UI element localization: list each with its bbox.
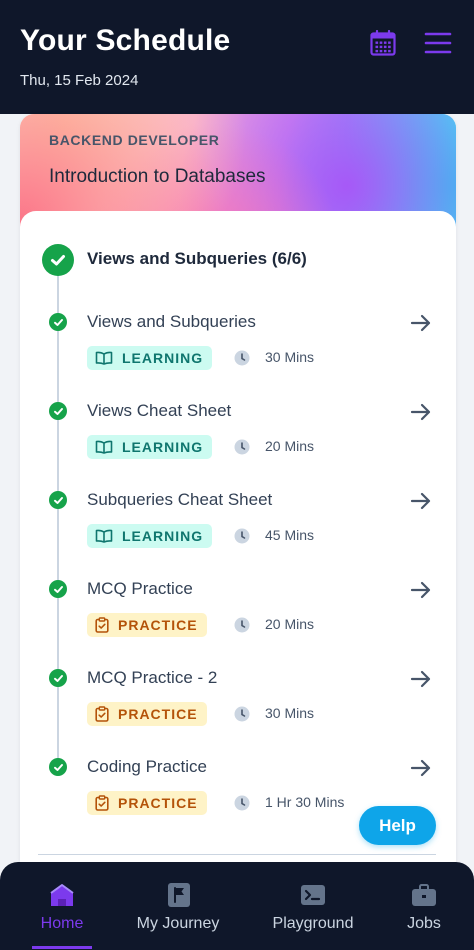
clock-icon <box>234 617 250 633</box>
list-item[interactable]: MCQ Practice - 2 PRACTICE 30 Mins <box>20 668 456 749</box>
nav-label: Jobs <box>407 915 441 932</box>
check-icon <box>49 402 67 420</box>
clipboard-check-icon <box>95 795 109 811</box>
active-indicator <box>32 946 92 949</box>
item-name[interactable]: Coding Practice <box>87 757 207 777</box>
nav-label: Home <box>40 915 84 932</box>
calendar-icon[interactable] <box>370 30 396 56</box>
learning-badge: LEARNING <box>87 346 213 370</box>
learning-badge: LEARNING <box>87 435 213 459</box>
clipboard-check-icon <box>95 617 109 633</box>
arrow-right-icon[interactable] <box>410 579 432 601</box>
hamburger-menu-icon[interactable] <box>424 30 452 56</box>
list-item[interactable]: Views Cheat Sheet LEARNING 20 Mins <box>20 401 456 482</box>
item-duration: 30 Mins <box>265 349 315 365</box>
practice-badge: PRACTICE <box>87 791 207 815</box>
book-icon <box>95 351 113 365</box>
list-item[interactable]: Views and Subqueries LEARNING 30 Mins <box>20 312 456 393</box>
item-duration: 1 Hr 30 Mins <box>265 794 345 810</box>
arrow-right-icon[interactable] <box>410 312 432 334</box>
item-duration: 30 Mins <box>265 705 315 721</box>
home-icon <box>50 884 74 906</box>
item-name[interactable]: MCQ Practice <box>87 579 193 599</box>
terminal-icon <box>301 885 325 905</box>
item-name[interactable]: Views Cheat Sheet <box>87 401 231 421</box>
section-complete-check-icon <box>42 244 74 276</box>
list-item[interactable]: MCQ Practice PRACTICE 20 Mins <box>20 579 456 660</box>
clock-icon <box>234 528 250 544</box>
nav-item-playground[interactable]: Playground <box>265 862 361 950</box>
app-header: Your Schedule Thu, 15 Feb 2024 <box>0 0 474 114</box>
course-title: Introduction to Databases <box>49 166 266 187</box>
practice-badge: PRACTICE <box>87 613 207 637</box>
check-icon <box>49 580 67 598</box>
track-label: BACKEND DEVELOPER <box>49 132 220 148</box>
badge-label: PRACTICE <box>118 706 198 722</box>
nav-item-my-journey[interactable]: My Journey <box>130 862 226 950</box>
item-name[interactable]: Views and Subqueries <box>87 312 256 332</box>
list-item[interactable]: Subqueries Cheat Sheet LEARNING 45 Mins <box>20 490 456 571</box>
item-name[interactable]: MCQ Practice - 2 <box>87 668 217 688</box>
badge-label: LEARNING <box>122 350 204 366</box>
clock-icon <box>234 439 250 455</box>
check-icon <box>49 758 67 776</box>
clipboard-check-icon <box>95 706 109 722</box>
arrow-right-icon[interactable] <box>410 490 432 512</box>
arrow-right-icon[interactable] <box>410 401 432 423</box>
clock-icon <box>234 350 250 366</box>
arrow-right-icon[interactable] <box>410 668 432 690</box>
help-button[interactable]: Help <box>359 806 436 845</box>
check-icon <box>49 313 67 331</box>
current-date: Thu, 15 Feb 2024 <box>20 72 139 89</box>
check-icon <box>49 669 67 687</box>
learning-badge: LEARNING <box>87 524 213 548</box>
clock-icon <box>234 795 250 811</box>
nav-item-home[interactable]: Home <box>32 862 92 950</box>
section-title[interactable]: Views and Subqueries (6/6) <box>87 249 307 269</box>
briefcase-icon <box>412 884 436 906</box>
badge-label: PRACTICE <box>118 795 198 811</box>
badge-label: LEARNING <box>122 528 204 544</box>
clock-icon <box>234 706 250 722</box>
course-card: BACKEND DEVELOPER Introduction to Databa… <box>20 114 456 874</box>
item-duration: 20 Mins <box>265 438 315 454</box>
item-duration: 20 Mins <box>265 616 315 632</box>
bottom-navigation: Home My Journey Playground Jobs <box>0 862 474 950</box>
arrow-right-icon[interactable] <box>410 757 432 779</box>
flag-icon <box>168 883 190 907</box>
item-name[interactable]: Subqueries Cheat Sheet <box>87 490 272 510</box>
check-icon <box>49 491 67 509</box>
badge-label: LEARNING <box>122 439 204 455</box>
book-icon <box>95 529 113 543</box>
nav-label: My Journey <box>136 915 220 932</box>
item-duration: 45 Mins <box>265 527 315 543</box>
page-title: Your Schedule <box>20 24 231 57</box>
nav-item-jobs[interactable]: Jobs <box>398 862 450 950</box>
book-icon <box>95 440 113 454</box>
practice-badge: PRACTICE <box>87 702 207 726</box>
divider <box>38 854 436 855</box>
nav-label: Playground <box>272 915 354 932</box>
badge-label: PRACTICE <box>118 617 198 633</box>
